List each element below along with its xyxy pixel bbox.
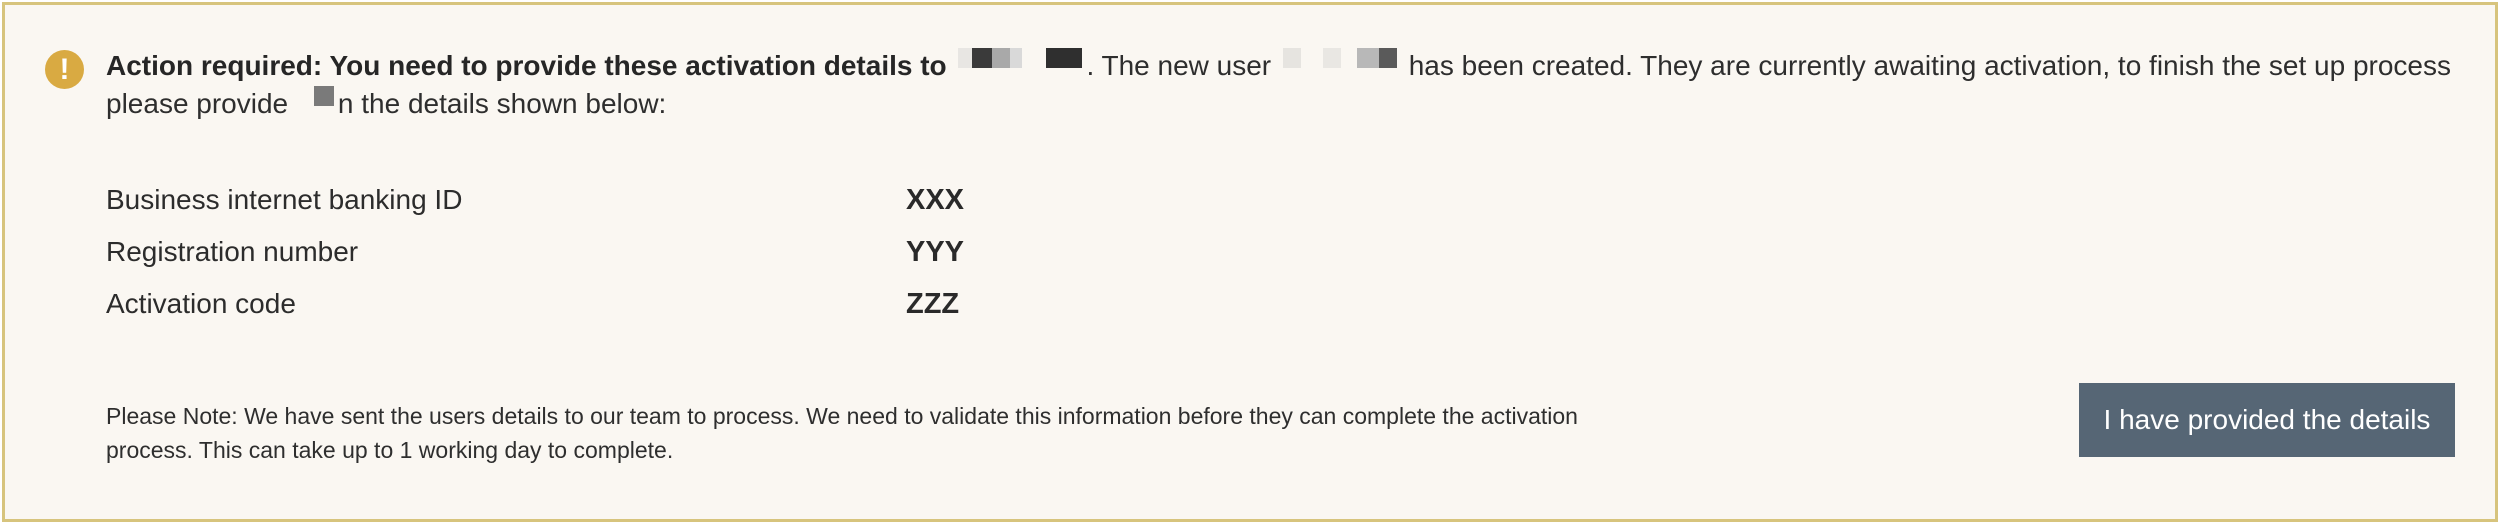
activation-details: Business internet banking ID XXX Registr…	[106, 180, 1106, 336]
detail-row-banking-id: Business internet banking ID XXX	[106, 180, 1106, 232]
alert-text-part3: n the details shown below:	[337, 88, 667, 119]
activation-alert: ! Action required: You need to provide t…	[2, 2, 2498, 522]
detail-row-activation-code: Activation code ZZZ	[106, 284, 1106, 336]
provided-details-button[interactable]: I have provided the details	[2079, 383, 2455, 457]
redacted-recipient	[958, 48, 1083, 68]
warning-icon: !	[45, 50, 84, 89]
detail-value: XXX	[906, 184, 965, 216]
detail-label: Business internet banking ID	[106, 184, 463, 215]
redacted-username	[1282, 48, 1397, 68]
alert-text-part1: . The new user	[1086, 50, 1272, 81]
redacted-contact	[299, 86, 334, 106]
detail-value: ZZZ	[906, 288, 960, 320]
alert-message: Action required: You need to provide the…	[106, 47, 2456, 123]
processing-note: Please Note: We have sent the users deta…	[106, 403, 1578, 463]
detail-label: Registration number	[106, 236, 359, 267]
detail-value: YYY	[906, 236, 965, 268]
detail-row-registration-number: Registration number YYY	[106, 232, 1106, 284]
alert-heading: Action required: You need to provide the…	[106, 50, 947, 81]
detail-label: Activation code	[106, 288, 296, 319]
